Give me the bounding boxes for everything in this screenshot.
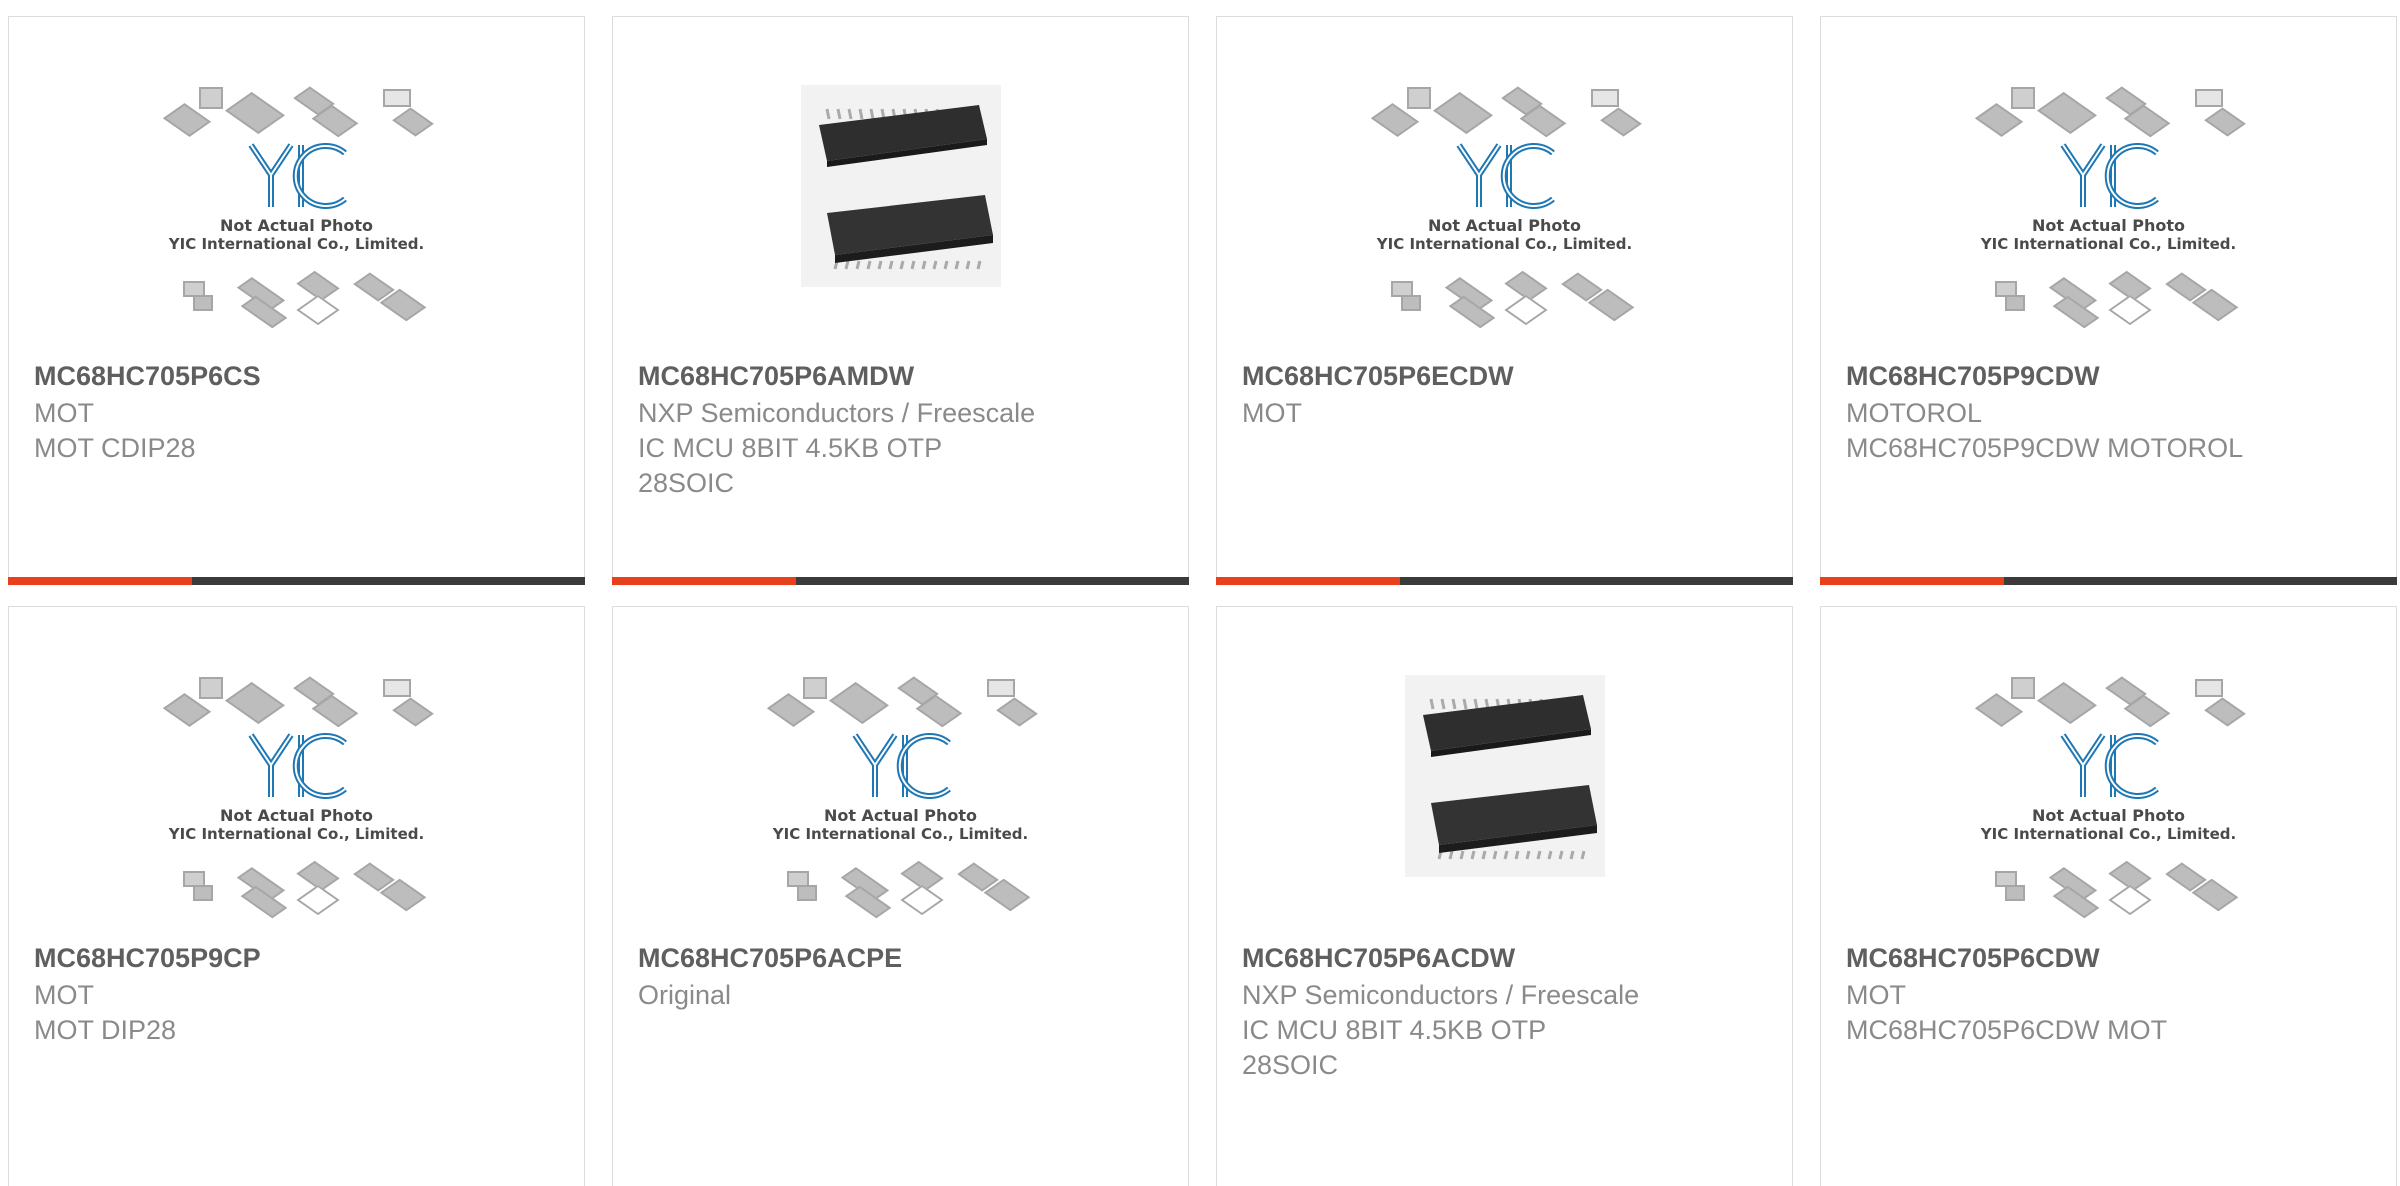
description: MC68HC705P9CDW MOTOROL <box>1846 433 2244 463</box>
part-number[interactable]: MC68HC705P6AMDW <box>638 359 1168 393</box>
product-card[interactable]: Not Actual Photo YIC International Co., … <box>1216 16 1793 585</box>
product-card[interactable]: Not Actual Photo YIC International Co., … <box>8 606 585 1186</box>
product-card[interactable]: Not Actual Photo YIC International Co., … <box>1820 606 2397 1186</box>
placeholder-image[interactable]: Not Actual Photo YIC International Co., … <box>1821 675 2396 955</box>
yic-logo-icon <box>248 733 347 799</box>
placeholder-image[interactable]: Not Actual Photo YIC International Co., … <box>9 85 584 365</box>
manufacturer: MOT <box>1846 980 1906 1010</box>
yic-logo-icon <box>248 143 347 209</box>
placeholder-company: YIC International Co., Limited. <box>1980 825 2237 843</box>
description: MOT CDIP28 <box>34 433 196 463</box>
manufacturer: MOT <box>1242 398 1302 428</box>
yic-logo-icon <box>852 733 951 799</box>
soic-chip-photo[interactable] <box>1217 675 1792 955</box>
description: MOT DIP28 <box>34 1015 177 1045</box>
yic-logo-icon <box>2060 143 2159 209</box>
card-bottom-bar <box>8 577 585 585</box>
manufacturer: MOT <box>34 980 94 1010</box>
card-bottom-bar <box>612 577 1189 585</box>
placeholder-image[interactable]: Not Actual Photo YIC International Co., … <box>1217 85 1792 365</box>
card-bottom-bar <box>1216 577 1793 585</box>
placeholder-company: YIC International Co., Limited. <box>1980 235 2237 253</box>
description: IC MCU 8BIT 4.5KB OTP <box>638 433 943 463</box>
package: 28SOIC <box>638 468 735 498</box>
manufacturer: MOTOROL <box>1846 398 1983 428</box>
part-number[interactable]: MC68HC705P9CDW <box>1846 359 2376 393</box>
placeholder-company: YIC International Co., Limited. <box>168 235 425 253</box>
placeholder-caption: Not Actual Photo <box>219 216 374 235</box>
product-card[interactable]: Not Actual Photo YIC International Co., … <box>612 606 1189 1186</box>
placeholder-caption: Not Actual Photo <box>219 806 374 825</box>
package: 28SOIC <box>1242 1050 1339 1080</box>
placeholder-caption: Not Actual Photo <box>823 806 978 825</box>
description: IC MCU 8BIT 4.5KB OTP <box>1242 1015 1547 1045</box>
part-number[interactable]: MC68HC705P6ACDW <box>1242 941 1772 975</box>
placeholder-image[interactable]: Not Actual Photo YIC International Co., … <box>1821 85 2396 365</box>
placeholder-company: YIC International Co., Limited. <box>1376 235 1633 253</box>
part-number[interactable]: MC68HC705P6CS <box>34 359 564 393</box>
soic-chip-photo[interactable] <box>613 85 1188 365</box>
placeholder-company: YIC International Co., Limited. <box>168 825 425 843</box>
soic-chip-icon <box>800 85 1001 287</box>
placeholder-caption: Not Actual Photo <box>1427 216 1582 235</box>
yic-logo-icon <box>2060 733 2159 799</box>
soic-chip-icon <box>1404 675 1605 877</box>
manufacturer: MOT <box>34 398 94 428</box>
product-card[interactable]: MC68HC705P6ACDW NXP Semiconductors / Fre… <box>1216 606 1793 1186</box>
placeholder-caption: Not Actual Photo <box>2031 216 2186 235</box>
part-number[interactable]: MC68HC705P9CP <box>34 941 564 975</box>
yic-logo-icon <box>1456 143 1555 209</box>
manufacturer: NXP Semiconductors / Freescale <box>1242 980 1640 1010</box>
product-card[interactable]: MC68HC705P6AMDW NXP Semiconductors / Fre… <box>612 16 1189 585</box>
part-number[interactable]: MC68HC705P6ECDW <box>1242 359 1772 393</box>
product-card[interactable]: Not Actual Photo YIC International Co., … <box>8 16 585 585</box>
card-bottom-bar <box>1820 577 2397 585</box>
product-card[interactable]: Not Actual Photo YIC International Co., … <box>1820 16 2397 585</box>
placeholder-company: YIC International Co., Limited. <box>772 825 1029 843</box>
placeholder-image[interactable]: Not Actual Photo YIC International Co., … <box>613 675 1188 955</box>
placeholder-caption: Not Actual Photo <box>2031 806 2186 825</box>
description: Original <box>638 980 732 1010</box>
part-number[interactable]: MC68HC705P6ACPE <box>638 941 1168 975</box>
manufacturer: NXP Semiconductors / Freescale <box>638 398 1036 428</box>
placeholder-image[interactable]: Not Actual Photo YIC International Co., … <box>9 675 584 955</box>
description: MC68HC705P6CDW MOT <box>1846 1015 2168 1045</box>
part-number[interactable]: MC68HC705P6CDW <box>1846 941 2376 975</box>
